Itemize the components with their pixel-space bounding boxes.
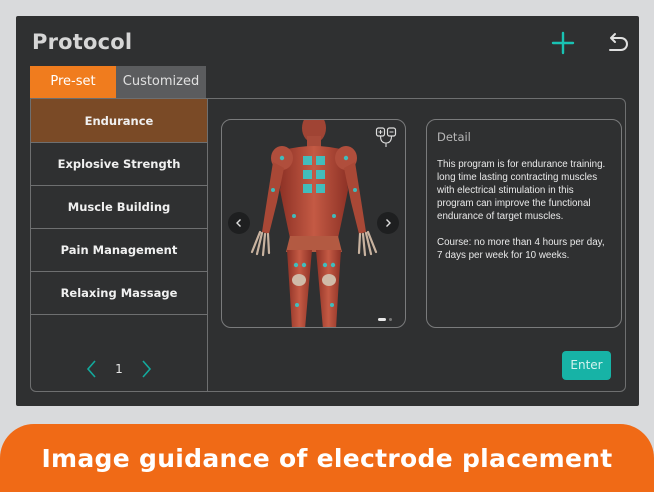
caption-banner: Image guidance of electrode placement <box>0 424 654 492</box>
chevron-right-icon <box>386 219 391 227</box>
program-item-muscle-building[interactable]: Muscle Building <box>31 186 207 229</box>
enter-button[interactable]: Enter <box>562 351 611 380</box>
chevron-right-icon[interactable] <box>137 358 155 380</box>
undo-arrow-icon[interactable] <box>604 30 630 56</box>
protocol-panel: Endurance Explosive Strength Muscle Buil… <box>30 98 626 392</box>
protocol-screen: Protocol Pre-set Customized Endurance Ex… <box>16 16 639 406</box>
carousel-indicator <box>378 318 392 321</box>
program-item-endurance[interactable]: Endurance <box>31 99 207 143</box>
tab-customized[interactable]: Customized <box>116 66 206 98</box>
detail-course: Course: no more than 4 hours per day, 7 … <box>437 237 605 261</box>
chevron-left-icon[interactable] <box>83 358 101 380</box>
add-icon[interactable] <box>550 30 576 56</box>
detail-title: Detail <box>437 130 471 144</box>
program-item-explosive-strength[interactable]: Explosive Strength <box>31 143 207 186</box>
detail-description: This program is for endurance training. … <box>437 159 606 222</box>
page-number: 1 <box>115 362 123 376</box>
tab-preset[interactable]: Pre-set <box>30 66 116 98</box>
image-prev-button[interactable] <box>228 212 250 234</box>
detail-card: Detail This program is for endurance tra… <box>426 119 622 328</box>
pagination: 1 <box>31 347 207 391</box>
image-next-button[interactable] <box>377 212 399 234</box>
anatomy-image-card <box>221 119 406 328</box>
page-title: Protocol <box>32 30 133 54</box>
program-item-relaxing-massage[interactable]: Relaxing Massage <box>31 272 207 315</box>
detail-text: This program is for endurance training. … <box>437 158 611 262</box>
program-item-pain-management[interactable]: Pain Management <box>31 229 207 272</box>
electrode-pair-icon[interactable] <box>375 126 397 148</box>
banner-caption: Image guidance of electrode placement <box>41 443 613 473</box>
carousel-dot <box>389 318 392 321</box>
carousel-dot-active <box>378 318 386 321</box>
chevron-left-icon <box>236 219 241 227</box>
program-list: Endurance Explosive Strength Muscle Buil… <box>31 99 208 391</box>
